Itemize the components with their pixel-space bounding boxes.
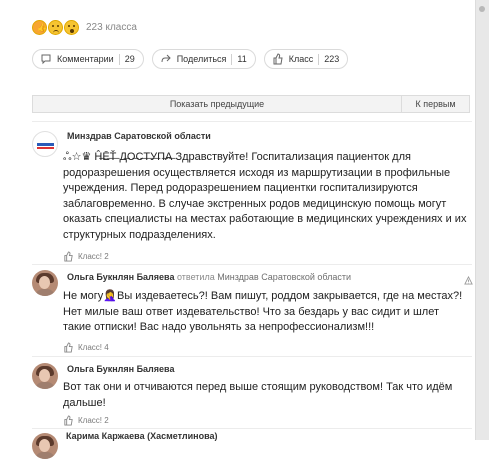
comment-likes[interactable]: Класс! 2: [63, 415, 109, 426]
comment-text: ஃ☆♛ Ĥ̶Ē̶Ť̶ Д̶О̶С̶Т̶У̶П̶А̶ Здравствуйте! …: [63, 150, 468, 244]
avatar[interactable]: [32, 363, 58, 389]
share-label: Поделиться: [176, 54, 227, 64]
sad-icon: [48, 20, 63, 35]
scrollbar-thumb[interactable]: [479, 6, 485, 12]
comment-body: Здравствуйте! Госпитализация пациенток д…: [63, 151, 467, 241]
share-icon: [161, 54, 171, 63]
avatar[interactable]: [32, 131, 58, 157]
comment-text: Не могу🤦‍♀️Вы издеваетесь?! Вам пишут, р…: [63, 290, 463, 334]
comments-button[interactable]: Комментарии 29: [32, 49, 144, 69]
comments-count: 29: [124, 54, 135, 64]
like-count: 223: [324, 54, 340, 64]
avatar[interactable]: [32, 270, 58, 296]
reply-label: ответила Минздрав Саратовской области: [177, 272, 351, 282]
divider: [32, 356, 472, 357]
like-label: Класс: [288, 54, 314, 64]
like-button[interactable]: Класс 223: [263, 49, 349, 69]
share-button[interactable]: Поделиться 11: [151, 49, 256, 69]
comment-text: Вот так они и отчиваются перед выше стоя…: [63, 381, 453, 409]
comment-author[interactable]: Ольга Букнлян Баляева: [67, 272, 174, 282]
thumbs-up-icon: [64, 342, 73, 353]
divider: [32, 121, 472, 122]
report-icon[interactable]: [464, 272, 473, 285]
divider: [32, 428, 472, 429]
surprised-icon: [64, 20, 79, 35]
post-actions: Комментарии 29 Поделиться 11 Класс 223: [32, 49, 356, 69]
to-first-button[interactable]: К первым: [402, 96, 469, 112]
show-previous-button[interactable]: Показать предыдущие: [33, 96, 402, 112]
comment-icon: [41, 54, 51, 65]
reactions-summary[interactable]: 👍 223 класса: [32, 20, 137, 35]
comment-likes[interactable]: Класс! 2: [63, 251, 109, 262]
thumbs-up-icon: [273, 53, 283, 65]
comments-pager: Показать предыдущие К первым: [32, 95, 470, 113]
likes-text: Класс! 2: [78, 252, 109, 261]
comment-author[interactable]: Минздрав Саратовской области: [67, 131, 211, 141]
thumbs-up-icon: [64, 251, 73, 262]
thumbs-up-icon: [64, 415, 73, 426]
share-count: 11: [237, 54, 247, 64]
divider: [318, 53, 320, 65]
reply-word: ответила: [176, 272, 215, 282]
avatar[interactable]: [32, 433, 58, 459]
comments-label: Комментарии: [57, 54, 114, 64]
divider: [118, 53, 120, 65]
reactions-count: 223 класса: [86, 22, 137, 33]
page-scrollbar[interactable]: [475, 0, 489, 440]
comment-author-line: Ольга Букнлян Баляева ответила Минздрав …: [67, 272, 351, 282]
divider: [32, 264, 472, 265]
divider: [231, 53, 233, 65]
unavailable-banner: ஃ☆♛ Ĥ̶Ē̶Ť̶ Д̶О̶С̶Т̶У̶П̶А̶: [63, 151, 173, 163]
like-icon: 👍: [32, 20, 47, 35]
likes-text: Класс! 4: [78, 343, 109, 352]
reply-target[interactable]: Минздрав Саратовской области: [217, 272, 351, 282]
likes-text: Класс! 2: [78, 416, 109, 425]
comment-author[interactable]: Ольга Букнлян Баляева: [67, 364, 174, 374]
comment-likes[interactable]: Класс! 4: [63, 342, 109, 353]
